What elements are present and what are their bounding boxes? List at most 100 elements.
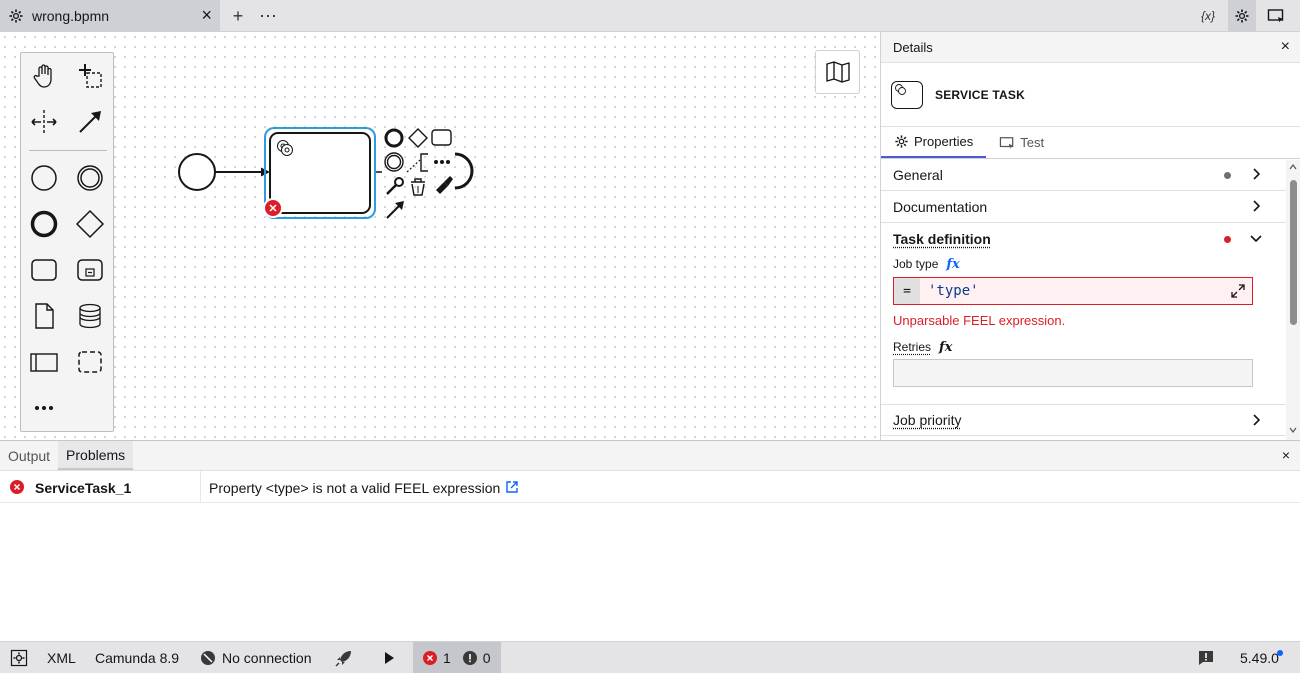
rocket-icon	[335, 651, 351, 667]
group-task-definition-label: Task definition	[893, 231, 991, 247]
group-general-dot	[1224, 172, 1231, 179]
problem-message: Property <type> is not a valid FEEL expr…	[209, 480, 501, 496]
version-button[interactable]: 5.49.0	[1240, 642, 1295, 673]
tab-problems[interactable]: Problems	[58, 441, 134, 470]
chevron-right-icon	[1253, 168, 1261, 180]
variables-button[interactable]: {x}	[1194, 0, 1222, 32]
retries-input[interactable]	[893, 359, 1253, 387]
group-general[interactable]: General	[881, 159, 1289, 191]
problem-row[interactable]: ServiceTask_1 Property <type> is not a v…	[0, 471, 1300, 503]
group-job-priority[interactable]: Job priority	[881, 404, 1289, 436]
details-close-button[interactable]: ×	[1281, 38, 1290, 56]
service-task-icon	[891, 80, 923, 109]
group-task-definition-error-dot	[1224, 236, 1231, 243]
expand-icon[interactable]	[1230, 283, 1246, 299]
chevron-right-icon	[1253, 200, 1261, 212]
job-type-label-row: Job type fx	[881, 255, 1300, 273]
play-icon	[385, 652, 394, 664]
append-text-annotation-icon[interactable]	[406, 153, 428, 173]
scroll-down-icon[interactable]	[1289, 427, 1297, 433]
connect-arc-icon[interactable]	[454, 152, 474, 190]
gear-icon	[895, 135, 908, 148]
color-brush-icon[interactable]	[436, 176, 453, 194]
more-tabs-button[interactable]: ⋯	[254, 0, 282, 32]
run-button[interactable]	[381, 642, 397, 673]
properties-panel-toggle[interactable]	[1228, 0, 1256, 32]
monitor-cursor-icon	[1000, 136, 1014, 149]
group-general-label: General	[893, 166, 943, 183]
job-type-value: 'type'	[928, 283, 979, 299]
test-panel-toggle[interactable]	[1262, 0, 1290, 32]
job-type-input[interactable]: = 'type'	[893, 277, 1253, 305]
tab-properties[interactable]: Properties	[881, 127, 987, 158]
job-type-label: Job type	[893, 257, 939, 271]
job-type-error: Unparsable FEEL expression.	[893, 313, 1066, 328]
new-tab-button[interactable]: +	[224, 0, 252, 32]
bpmn-diagram	[178, 127, 474, 219]
monitor-cursor-icon	[1267, 9, 1284, 23]
group-job-priority-label: Job priority	[893, 412, 962, 428]
bottom-panel: Output Problems × ServiceTask_1 Property…	[0, 440, 1300, 641]
deploy-button[interactable]	[334, 642, 354, 673]
feedback-icon	[1199, 651, 1213, 665]
warning-count: 0	[482, 650, 491, 666]
disconnected-icon	[201, 651, 215, 665]
connection-status[interactable]: No connection	[200, 642, 312, 673]
version-label: 5.49.0	[1240, 650, 1279, 666]
gear-icon	[1235, 9, 1249, 23]
retries-label: Retries	[893, 340, 932, 354]
settings-button[interactable]	[10, 642, 28, 673]
more-options-icon[interactable]	[434, 160, 450, 164]
scroll-up-icon[interactable]	[1289, 164, 1297, 170]
connection-label: No connection	[222, 650, 312, 666]
tab-wrong-bpmn[interactable]: wrong.bpmn ×	[0, 0, 220, 32]
details-scrollbar[interactable]	[1286, 160, 1300, 440]
status-bar: XML Camunda 8.9 No connection 1 0 5.49.0	[0, 641, 1300, 673]
group-documentation[interactable]: Documentation	[881, 191, 1289, 223]
retries-label-row: Retries fx	[881, 338, 1300, 356]
scroll-thumb[interactable]	[1290, 180, 1297, 325]
details-panel: Details × SERVICE TASK Properties Test G…	[880, 32, 1300, 440]
append-task-icon[interactable]	[431, 129, 452, 146]
warning-icon	[462, 651, 477, 665]
append-intermediate-event-icon[interactable]	[384, 152, 404, 172]
append-end-event-icon[interactable]	[384, 128, 404, 148]
group-task-definition[interactable]: Task definition	[881, 223, 1289, 255]
tab-close-button[interactable]: ×	[201, 6, 212, 24]
error-marker-icon	[263, 198, 283, 218]
element-type-label: SERVICE TASK	[935, 87, 1025, 102]
fx-icon[interactable]: fx	[946, 257, 959, 272]
tab-test[interactable]: Test	[986, 127, 1057, 158]
details-header: Details ×	[881, 32, 1300, 63]
connect-arrow-icon[interactable]	[386, 201, 404, 219]
start-event[interactable]	[178, 153, 216, 191]
problem-column-separator	[200, 471, 201, 503]
trash-icon[interactable]	[411, 178, 425, 196]
update-badge	[1277, 650, 1283, 656]
tab-title: wrong.bpmn	[32, 8, 110, 24]
tab-bar: wrong.bpmn × + ⋯ {x}	[0, 0, 1300, 32]
error-icon	[10, 480, 24, 494]
details-title: Details	[893, 39, 933, 55]
platform-version-button[interactable]: Camunda 8.9	[95, 642, 179, 673]
feedback-button[interactable]	[1198, 642, 1214, 673]
properties-tabs: Properties Test	[881, 127, 1300, 159]
bottom-panel-close-button[interactable]: ×	[1282, 447, 1290, 463]
wrench-icon[interactable]	[386, 177, 404, 195]
gear-box-icon	[10, 649, 28, 667]
chevron-down-icon	[1250, 235, 1262, 243]
problem-element[interactable]: ServiceTask_1	[35, 480, 131, 496]
group-documentation-label: Documentation	[893, 198, 988, 215]
bottom-tabs: Output Problems ×	[0, 441, 1300, 471]
bpmn-canvas[interactable]	[0, 32, 880, 440]
element-header: SERVICE TASK	[881, 63, 1300, 127]
chevron-right-icon	[1253, 414, 1261, 426]
tab-output[interactable]: Output	[0, 441, 58, 470]
external-link-icon[interactable]	[505, 480, 519, 494]
sequence-flow[interactable]	[215, 167, 270, 177]
feel-equals-badge: =	[894, 278, 920, 304]
problems-counter[interactable]: 1 0	[413, 642, 501, 673]
xml-button[interactable]: XML	[47, 642, 76, 673]
fx-icon[interactable]: fx	[939, 340, 952, 355]
append-gateway-icon[interactable]	[408, 128, 428, 148]
